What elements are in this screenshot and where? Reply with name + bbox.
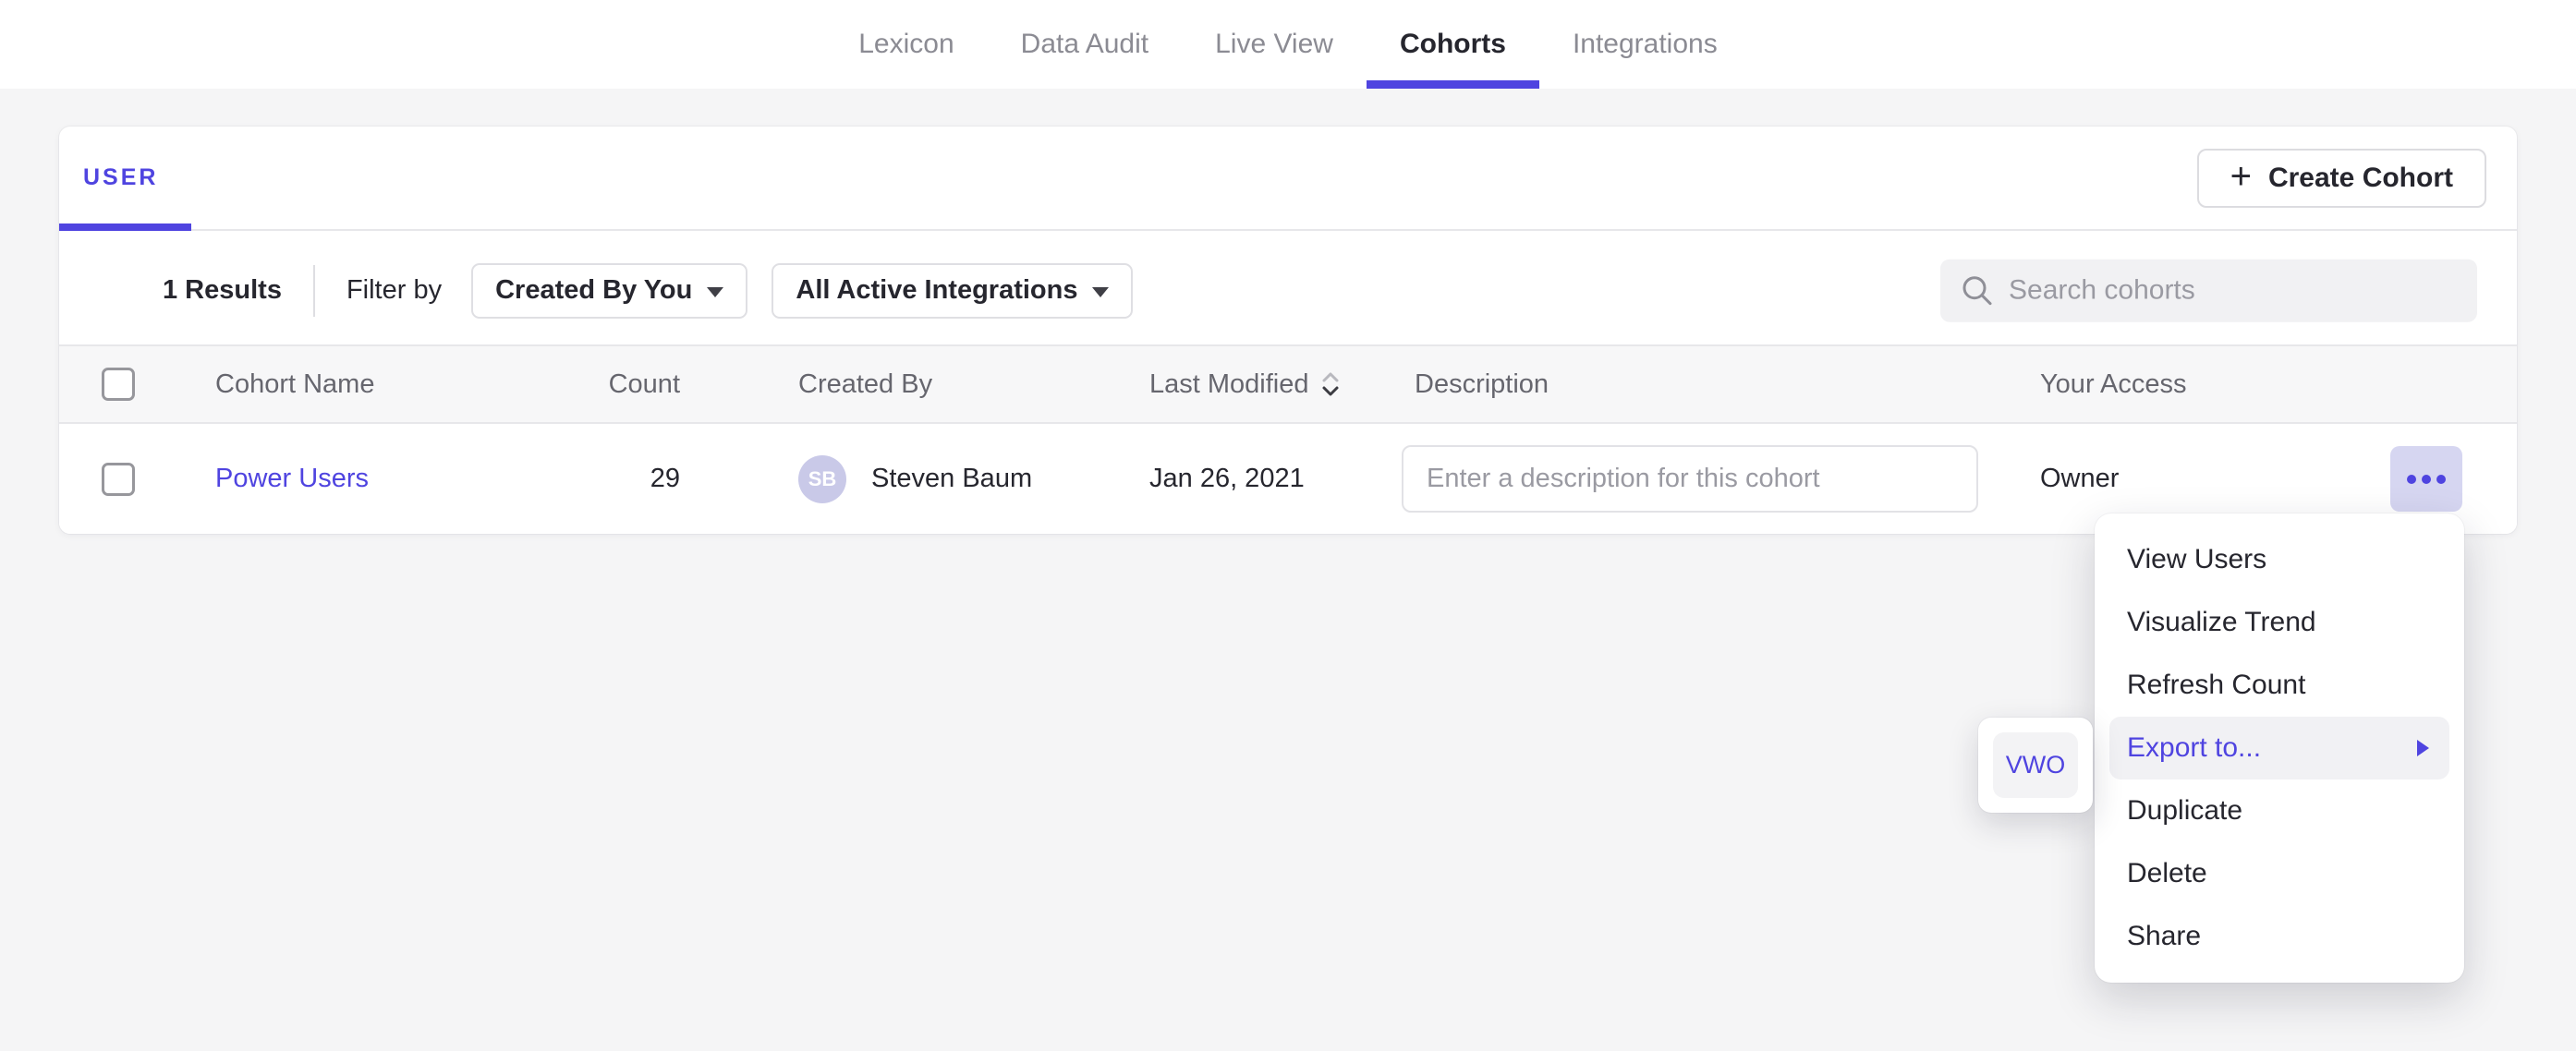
menu-item-view-users[interactable]: View Users xyxy=(2109,528,2449,591)
col-cohort-name[interactable]: Cohort Name xyxy=(215,369,603,400)
tab-data-audit[interactable]: Data Audit xyxy=(1015,0,1154,89)
col-last-modified[interactable]: Last Modified xyxy=(1149,369,1415,400)
cohort-name-link[interactable]: Power Users xyxy=(215,464,369,494)
tab-user[interactable]: USER xyxy=(59,127,191,229)
vertical-divider xyxy=(313,265,315,317)
cohort-count: 29 xyxy=(603,464,696,494)
created-by-cell: SB Steven Baum xyxy=(696,455,1149,503)
export-option-vwo[interactable]: VWO xyxy=(1993,732,2078,798)
more-actions-icon xyxy=(2436,475,2446,484)
col-created-by[interactable]: Created By xyxy=(696,369,1149,400)
search-input[interactable] xyxy=(2009,274,2457,306)
integrations-dropdown[interactable]: All Active Integrations xyxy=(772,263,1133,319)
export-submenu: VWO xyxy=(1978,718,2093,813)
more-actions-icon xyxy=(2422,475,2431,484)
created-by-dropdown-label: Created By You xyxy=(495,275,692,306)
avatar: SB xyxy=(798,455,846,503)
description-input[interactable] xyxy=(1402,445,1978,513)
create-cohort-button[interactable]: + Create Cohort xyxy=(2197,149,2486,208)
filter-row: 1 Results Filter by Created By You All A… xyxy=(59,231,2517,344)
plus-icon: + xyxy=(2230,158,2252,195)
access-cell: Owner xyxy=(2040,446,2517,512)
tab-integrations[interactable]: Integrations xyxy=(1567,0,1723,89)
col-description: Description xyxy=(1415,369,2040,400)
tab-cohorts[interactable]: Cohorts xyxy=(1394,0,1512,89)
select-all-checkbox[interactable] xyxy=(102,368,135,401)
create-cohort-label: Create Cohort xyxy=(2268,163,2453,194)
search-box[interactable] xyxy=(1940,259,2477,321)
top-navigation: Lexicon Data Audit Live View Cohorts Int… xyxy=(0,0,2576,89)
caret-down-icon xyxy=(707,287,723,297)
caret-down-icon xyxy=(1092,287,1109,297)
menu-item-delete[interactable]: Delete xyxy=(2109,842,2449,905)
context-menu: View Users Visualize Trend Refresh Count… xyxy=(2095,513,2464,983)
menu-item-refresh-count[interactable]: Refresh Count xyxy=(2109,654,2449,717)
table-header: Cohort Name Count Created By Last Modifi… xyxy=(59,344,2517,424)
menu-item-duplicate[interactable]: Duplicate xyxy=(2109,779,2449,842)
cohort-name-cell: Power Users xyxy=(215,464,603,494)
col-count[interactable]: Count xyxy=(603,369,696,400)
integrations-dropdown-label: All Active Integrations xyxy=(796,275,1077,306)
cohorts-panel: USER + Create Cohort 1 Results Filter by… xyxy=(59,127,2517,534)
submenu-arrow-icon xyxy=(2417,740,2429,756)
col-your-access: Your Access xyxy=(2040,369,2517,400)
header-checkbox-cell xyxy=(102,368,215,401)
tab-lexicon[interactable]: Lexicon xyxy=(853,0,959,89)
created-by-dropdown[interactable]: Created By You xyxy=(471,263,747,319)
menu-item-export-to-label: Export to... xyxy=(2127,732,2261,764)
results-count: 1 Results xyxy=(163,275,282,306)
menu-item-visualize-trend[interactable]: Visualize Trend xyxy=(2109,591,2449,654)
created-by-name: Steven Baum xyxy=(871,464,1032,494)
tab-live-view[interactable]: Live View xyxy=(1209,0,1339,89)
sort-icon[interactable] xyxy=(1320,369,1341,399)
access-level: Owner xyxy=(2040,464,2119,494)
description-cell xyxy=(1415,445,2040,513)
col-last-modified-label: Last Modified xyxy=(1149,369,1309,400)
panel-tab-row: USER + Create Cohort xyxy=(59,127,2517,231)
last-modified-date: Jan 26, 2021 xyxy=(1149,464,1415,494)
row-checkbox-cell xyxy=(102,463,215,496)
menu-item-share[interactable]: Share xyxy=(2109,905,2449,968)
menu-item-export-to[interactable]: Export to... xyxy=(2109,717,2449,779)
row-checkbox[interactable] xyxy=(102,463,135,496)
more-actions-icon xyxy=(2407,475,2416,484)
more-actions-button[interactable] xyxy=(2390,446,2462,512)
search-icon xyxy=(1961,273,1994,307)
filter-by-label: Filter by xyxy=(346,275,442,306)
